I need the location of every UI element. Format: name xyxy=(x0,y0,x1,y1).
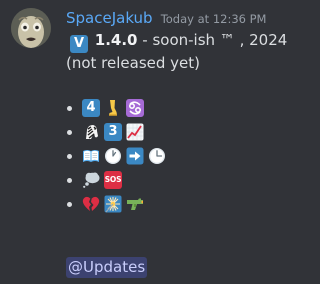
chart-increasing-icon[interactable] xyxy=(126,123,144,141)
clock-three-icon[interactable] xyxy=(148,147,166,165)
release-line: V 1.4.0 - soon-ish ™ , 2024 (not release… xyxy=(66,30,307,74)
clock-one-icon[interactable] xyxy=(104,147,122,165)
message-header: SpaceJakub Today at 12:36 PM xyxy=(66,7,307,29)
role-mention[interactable]: @Updates xyxy=(66,257,148,278)
leg-icon[interactable] xyxy=(104,99,122,117)
zebra-icon[interactable] xyxy=(82,123,100,141)
separator: - xyxy=(137,31,153,49)
keycap-4-icon[interactable]: 4 xyxy=(82,99,100,117)
broken-heart-icon[interactable] xyxy=(82,195,100,213)
list-item: 3 xyxy=(66,120,170,144)
version-number: 1.4.0 xyxy=(94,31,138,49)
user-avatar[interactable] xyxy=(11,8,51,48)
cancer-zodiac-icon[interactable] xyxy=(126,99,144,117)
message-timestamp: Today at 12:36 PM xyxy=(160,12,267,26)
list-item: 4 xyxy=(66,96,170,120)
sparkler-icon[interactable] xyxy=(104,195,122,213)
chat-message: SpaceJakub Today at 12:36 PM V 1.4.0 - s… xyxy=(0,0,313,284)
avatar-image xyxy=(11,8,51,48)
open-book-icon[interactable] xyxy=(82,147,100,165)
sos-button-icon[interactable]: SOS xyxy=(104,171,122,189)
list-item xyxy=(66,144,170,168)
emoji-list: 4 3 SOS xyxy=(66,96,170,216)
right-arrow-icon[interactable] xyxy=(126,147,144,165)
list-item xyxy=(66,192,170,216)
thought-bubble-icon[interactable] xyxy=(82,171,100,189)
message-content: SpaceJakub Today at 12:36 PM V 1.4.0 - s… xyxy=(66,7,307,278)
v-emoji-icon: V xyxy=(70,35,88,53)
list-item: SOS xyxy=(66,168,170,192)
keycap-3-icon[interactable]: 3 xyxy=(104,123,122,141)
water-pistol-icon[interactable] xyxy=(126,195,144,213)
username[interactable]: SpaceJakub xyxy=(66,9,153,27)
